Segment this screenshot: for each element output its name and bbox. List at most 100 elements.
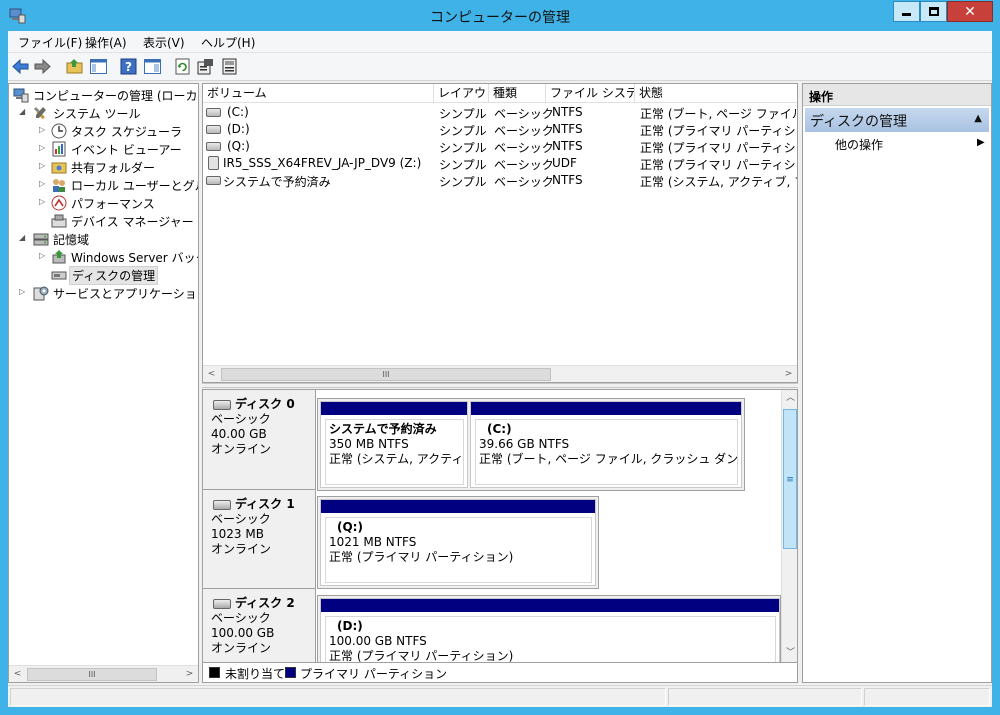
up-folder-icon[interactable] — [65, 57, 84, 76]
disk-legend: 未割り当て プライマリ パーティション — [202, 663, 798, 683]
status-segment-3 — [864, 688, 990, 706]
partition-details: (D:) 100.00 GB NTFS 正常 (プライマリ パーティション) — [325, 616, 776, 662]
expand-icon[interactable]: ▷ — [39, 179, 47, 188]
partition-status: 正常 (ブート, ページ ファイル, クラッシュ ダンプ, プライマリ パーティ… — [479, 452, 738, 466]
tree-item-label: Windows Server バックアップ — [71, 251, 198, 265]
collapse-icon[interactable]: ◢ — [19, 233, 27, 242]
expand-icon[interactable]: ▷ — [39, 251, 47, 260]
expand-icon[interactable]: ▷ — [39, 197, 47, 206]
volume-status: 正常 (プライマリ パーティション) — [640, 124, 797, 138]
disk-0-label[interactable]: ディスク 0 ベーシック 40.00 GB オンライン — [203, 390, 316, 490]
navigation-tree: コンピューターの管理 (ローカル) ◢ システム ツール ▷ タスク スケジュー… — [8, 83, 199, 683]
refresh-icon[interactable] — [173, 57, 192, 76]
scroll-left-icon[interactable]: < — [9, 666, 26, 682]
disk-1-partitions: (Q:) 1021 MB NTFS 正常 (プライマリ パーティション) — [317, 496, 599, 589]
column-volume[interactable]: ボリューム — [203, 84, 434, 103]
volume-layout: シンプル — [439, 158, 487, 172]
scroll-down-icon[interactable]: ﹀ — [782, 645, 797, 662]
column-file-system[interactable]: ファイル システム — [546, 84, 635, 103]
scroll-thumb[interactable]: III — [27, 668, 157, 681]
volume-fs: NTFS — [552, 173, 583, 187]
show-hide-tree-icon[interactable] — [89, 57, 108, 76]
close-icon: ✕ — [964, 3, 976, 20]
expand-icon[interactable]: ▷ — [39, 125, 47, 134]
expand-icon[interactable]: ▷ — [39, 161, 47, 170]
actions-header: 操作 — [803, 84, 991, 106]
volume-status: 正常 (ブート, ページ ファイル, クラッシュ ダンプ, プライマリ パーティ… — [640, 107, 797, 121]
tree-item-label: 記憶域 — [53, 233, 90, 247]
table-row[interactable]: システムで予約済み シンプル ベーシック NTFS 正常 (システム, アクティ… — [203, 172, 797, 189]
column-layout[interactable]: レイアウト — [434, 84, 489, 103]
tree-item-label: ローカル ユーザーとグループ — [71, 179, 198, 193]
table-row[interactable]: (D:) シンプル ベーシック NTFS 正常 (プライマリ パーティション) — [203, 121, 797, 138]
actions-section-disk-management[interactable]: ディスクの管理 ▲ — [805, 108, 989, 132]
volume-type: ベーシック — [494, 124, 554, 138]
partition-c[interactable]: (C:) 39.66 GB NTFS 正常 (ブート, ページ ファイル, クラ… — [470, 401, 742, 488]
collapse-icon[interactable]: ◢ — [19, 107, 27, 116]
tree-item-label: デバイス マネージャー — [71, 215, 194, 229]
partition-bar — [471, 402, 741, 415]
disk-state: オンライン — [211, 542, 272, 556]
computer-management-icon — [13, 88, 29, 103]
column-type[interactable]: 種類 — [489, 84, 546, 103]
tools-icon — [34, 107, 46, 120]
partition-status: 正常 (プライマリ パーティション) — [329, 550, 514, 564]
menu-file[interactable]: ファイル(F) — [18, 34, 82, 51]
collapse-icon[interactable]: ▲ — [974, 113, 982, 124]
partition-bar — [321, 599, 779, 612]
scroll-left-icon[interactable]: < — [203, 366, 220, 382]
event-viewer-icon — [52, 141, 66, 157]
disk-kind: ベーシック — [211, 512, 271, 526]
menu-help[interactable]: ヘルプ(H) — [201, 34, 255, 51]
properties-icon[interactable] — [196, 57, 215, 76]
volume-fs: NTFS — [552, 105, 583, 119]
partition-system-reserved[interactable]: システムで予約済み 350 MB NTFS 正常 (システム, アクティブ, プ… — [320, 401, 468, 488]
minimize-button[interactable] — [893, 1, 920, 22]
partition-size: 1021 MB NTFS — [329, 535, 417, 549]
scroll-right-icon[interactable]: > — [780, 366, 797, 382]
actions-pane: 操作 ディスクの管理 ▲ 他の操作 ▶ — [802, 83, 992, 683]
menu-action[interactable]: 操作(A) — [85, 34, 127, 51]
legend-primary: プライマリ パーティション — [300, 667, 448, 681]
backup-icon — [52, 250, 66, 264]
cd-drive-icon — [208, 156, 219, 170]
performance-icon — [51, 195, 67, 211]
disk-map: ディスク 0 ベーシック 40.00 GB オンライン システムで予約済み 35… — [202, 389, 798, 663]
submenu-arrow-icon[interactable]: ▶ — [977, 137, 985, 148]
show-hide-action-pane-icon[interactable] — [143, 57, 162, 76]
table-row[interactable]: (C:) シンプル ベーシック NTFS 正常 (ブート, ページ ファイル, … — [203, 104, 797, 121]
partition-q[interactable]: (Q:) 1021 MB NTFS 正常 (プライマリ パーティション) — [320, 499, 596, 586]
menu-view[interactable]: 表示(V) — [143, 34, 185, 51]
expand-icon[interactable]: ▷ — [39, 143, 47, 152]
partition-details: (Q:) 1021 MB NTFS 正常 (プライマリ パーティション) — [325, 517, 592, 583]
tree-item-label: 共有フォルダー — [71, 161, 156, 175]
users-icon — [53, 179, 65, 192]
close-button[interactable]: ✕ — [947, 1, 993, 22]
disk-settings-icon[interactable] — [220, 57, 239, 76]
table-row[interactable]: IR5_SSS_X64FREV_JA-JP_DV9 (Z:) シンプル ベーシッ… — [203, 155, 797, 172]
volume-horizontal-scrollbar[interactable]: < III > — [203, 365, 797, 382]
title-bar[interactable]: コンピューターの管理 ✕ — [0, 0, 1000, 31]
scroll-thumb[interactable]: ≡ — [783, 409, 797, 549]
scroll-right-icon[interactable]: > — [181, 666, 198, 682]
scroll-thumb[interactable]: III — [221, 368, 551, 381]
table-row[interactable]: (Q:) シンプル ベーシック NTFS 正常 (プライマリ パーティション) — [203, 138, 797, 155]
pane-splitter[interactable] — [202, 383, 798, 388]
tree-horizontal-scrollbar[interactable]: < III > — [9, 665, 198, 682]
help-icon[interactable]: ? — [119, 57, 138, 76]
action-more-actions[interactable]: 他の操作 — [835, 136, 883, 153]
primary-partition-swatch — [285, 667, 296, 678]
maximize-button[interactable] — [920, 1, 947, 22]
disk-vertical-scrollbar[interactable]: ︿ ≡ ﹀ — [781, 390, 797, 662]
back-icon[interactable] — [11, 57, 30, 76]
disk-1-label[interactable]: ディスク 1 ベーシック 1023 MB オンライン — [203, 490, 316, 589]
partition-d[interactable]: (D:) 100.00 GB NTFS 正常 (プライマリ パーティション) — [320, 598, 780, 662]
expand-icon[interactable]: ▷ — [19, 287, 27, 296]
scroll-up-icon[interactable]: ︿ — [782, 390, 797, 407]
column-status[interactable]: 状態 — [635, 84, 797, 103]
volume-name: IR5_SSS_X64FREV_JA-JP_DV9 (Z:) — [223, 156, 422, 170]
disk-2-label[interactable]: ディスク 2 ベーシック 100.00 GB オンライン — [203, 589, 316, 662]
disk-kind: ベーシック — [211, 611, 271, 625]
forward-icon[interactable] — [33, 57, 52, 76]
menu-bar: ファイル(F) 操作(A) 表示(V) ヘルプ(H) — [8, 31, 992, 53]
